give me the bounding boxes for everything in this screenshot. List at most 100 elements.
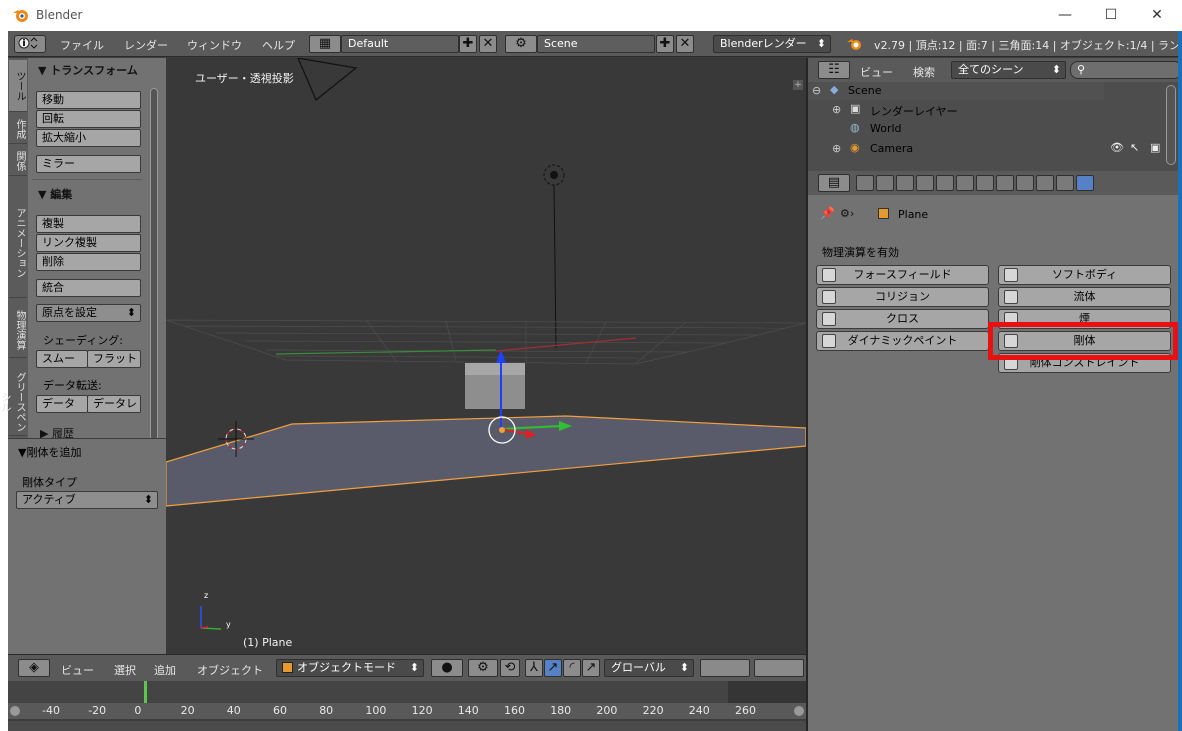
move-button[interactable]: 移動: [36, 91, 141, 109]
vp-menu-view[interactable]: ビュー: [61, 662, 94, 678]
transform-panel-title[interactable]: ▼ トランスフォーム: [38, 62, 138, 78]
outliner-menu-search[interactable]: 検索: [913, 64, 935, 80]
tab-create[interactable]: 作成: [9, 114, 27, 144]
outliner-item-render-layer[interactable]: レンダーレイヤー: [870, 103, 958, 119]
tool-shelf-scrollbar[interactable]: [150, 88, 158, 460]
mode-select[interactable]: オブジェクトモード ⬍: [276, 659, 424, 677]
scale-button[interactable]: 拡大縮小: [36, 129, 141, 147]
scene-field[interactable]: Scene: [537, 35, 655, 53]
cloth-button[interactable]: クロス: [816, 309, 989, 329]
expand-icon[interactable]: ⊕: [832, 142, 841, 155]
outliner-row-world[interactable]: ◍ World: [808, 120, 1104, 138]
timeline-area[interactable]: [8, 681, 806, 703]
render-engine-select[interactable]: Blenderレンダー ⬍: [713, 35, 831, 53]
duplicate-linked-button[interactable]: リンク複製: [36, 234, 141, 252]
mirror-button[interactable]: ミラー: [36, 155, 141, 173]
vp-menu-object[interactable]: オブジェクト: [197, 662, 263, 678]
outliner-item-world[interactable]: World: [870, 122, 902, 135]
remove-scene-button[interactable]: ✕: [676, 35, 694, 53]
force-field-button[interactable]: フォースフィールド: [816, 265, 989, 285]
minimize-button[interactable]: —: [1042, 2, 1088, 28]
properties-editor-type-button[interactable]: ▤: [818, 174, 850, 192]
render-camera-icon[interactable]: ▣: [1150, 141, 1160, 154]
add-scene-button[interactable]: ✚: [656, 35, 674, 53]
menu-render[interactable]: レンダー: [124, 37, 168, 53]
scene-tab-icon[interactable]: [896, 175, 914, 191]
pivot-point-select[interactable]: ⚙: [468, 659, 498, 677]
menu-file[interactable]: ファイル: [60, 37, 104, 53]
world-tab-icon[interactable]: [916, 175, 934, 191]
visibility-eye-icon[interactable]: 👁: [1110, 141, 1124, 154]
particles-tab-icon[interactable]: [1056, 175, 1074, 191]
render-layers-tab-icon[interactable]: [876, 175, 894, 191]
outliner-scrollbar[interactable]: [1166, 85, 1176, 165]
scene-selector-icon[interactable]: ⚙: [505, 35, 537, 53]
viewport-expand-icon[interactable]: +: [793, 80, 803, 90]
outliner-menu-view[interactable]: ビュー: [860, 64, 893, 80]
set-origin-select[interactable]: 原点を設定 ⬍: [36, 304, 141, 322]
scroll-right-handle[interactable]: [794, 706, 804, 716]
texture-tab-icon[interactable]: [1036, 175, 1054, 191]
data-layout-button[interactable]: データレ: [87, 395, 141, 413]
outliner-row-renderlayer[interactable]: ⊕ ▣ レンダーレイヤー: [808, 101, 1104, 119]
outliner-filter-select[interactable]: 全てのシーン ⬍: [951, 61, 1066, 79]
rotate-manipulator-button[interactable]: ◜: [563, 659, 581, 677]
outliner-item-camera[interactable]: Camera: [870, 142, 913, 155]
edit-panel-title[interactable]: ▼ 編集: [38, 186, 72, 202]
add-layout-button[interactable]: ✚: [459, 35, 477, 53]
render-tab-icon[interactable]: [856, 175, 874, 191]
3d-viewport[interactable]: ユーザー・透視投影 z y (1) Plane +: [166, 58, 806, 654]
outliner-item-scene[interactable]: Scene: [848, 84, 882, 97]
tab-physics[interactable]: 物理演算: [9, 302, 27, 358]
screen-layout-field[interactable]: Default: [341, 35, 459, 53]
expand-icon[interactable]: ⊕: [832, 103, 841, 116]
material-tab-icon[interactable]: [1016, 175, 1034, 191]
delete-button[interactable]: 削除: [36, 253, 141, 271]
translate-manipulator-button[interactable]: ↗: [544, 659, 562, 677]
soft-body-button[interactable]: ソフトボディ: [998, 265, 1171, 285]
rotate-button[interactable]: 回転: [36, 110, 141, 128]
dynamic-paint-button[interactable]: ダイナミックペイント: [816, 331, 989, 351]
join-button[interactable]: 統合: [36, 279, 141, 297]
modifiers-tab-icon[interactable]: [976, 175, 994, 191]
current-frame-marker[interactable]: [144, 681, 147, 703]
object-tab-icon[interactable]: [936, 175, 954, 191]
timeline[interactable]: -40 -20 0 20 40 60 80 100 120 140 160 180 200 220 240 2…: [8, 681, 806, 731]
pin-icon[interactable]: 📌: [820, 206, 835, 220]
vp-menu-add[interactable]: 追加: [154, 662, 176, 678]
outliner-row-camera[interactable]: ⊕ ◉ Camera 👁 ↖ ▣: [808, 140, 1160, 158]
layers-grid-2[interactable]: [754, 659, 804, 677]
select-arrow-icon[interactable]: ↖: [1130, 141, 1139, 154]
layers-grid-1[interactable]: [700, 659, 750, 677]
menu-window[interactable]: ウィンドウ: [187, 37, 242, 53]
tab-tools[interactable]: ツール: [9, 60, 27, 112]
maximize-button[interactable]: ☐: [1088, 2, 1134, 28]
outliner-search-input[interactable]: ⚲: [1070, 61, 1182, 79]
scale-manipulator-button[interactable]: ↗: [582, 659, 600, 677]
remove-layout-button[interactable]: ✕: [479, 35, 497, 53]
operator-panel-title[interactable]: ▼剛体を追加: [18, 444, 81, 460]
tab-grease-pencil[interactable]: グリースペンシル: [0, 368, 27, 436]
orientation-select[interactable]: グローバル ⬍: [604, 659, 694, 677]
constraints-tab-icon[interactable]: [956, 175, 974, 191]
collapse-icon[interactable]: ⊖: [812, 84, 821, 97]
collision-button[interactable]: コリジョン: [816, 287, 989, 307]
tab-animation[interactable]: アニメーション: [9, 188, 27, 298]
fluid-button[interactable]: 流体: [998, 287, 1171, 307]
tab-relations[interactable]: 関係: [9, 146, 27, 176]
outliner-row-scene[interactable]: ⊖ ◆ Scene: [808, 82, 1104, 100]
manipulator-toggle[interactable]: ⟲: [500, 659, 520, 677]
shade-smooth-button[interactable]: スムー: [36, 350, 88, 368]
vp-menu-select[interactable]: 選択: [114, 662, 136, 678]
rigid-body-type-select[interactable]: アクティブ ⬍: [16, 491, 158, 509]
physics-tab-icon[interactable]: [1076, 175, 1094, 191]
editor-type-3d-button[interactable]: ◈: [18, 659, 50, 677]
menu-help[interactable]: ヘルプ: [262, 37, 295, 53]
manipulator-toggle-button[interactable]: ⅄: [525, 659, 543, 677]
shade-flat-button[interactable]: フラット: [87, 350, 141, 368]
editor-type-info-button[interactable]: [14, 35, 46, 53]
screen-layout-icon[interactable]: ▦: [309, 35, 341, 53]
duplicate-button[interactable]: 複製: [36, 215, 141, 233]
scroll-left-handle[interactable]: [10, 706, 20, 716]
data-tab-icon[interactable]: [996, 175, 1014, 191]
